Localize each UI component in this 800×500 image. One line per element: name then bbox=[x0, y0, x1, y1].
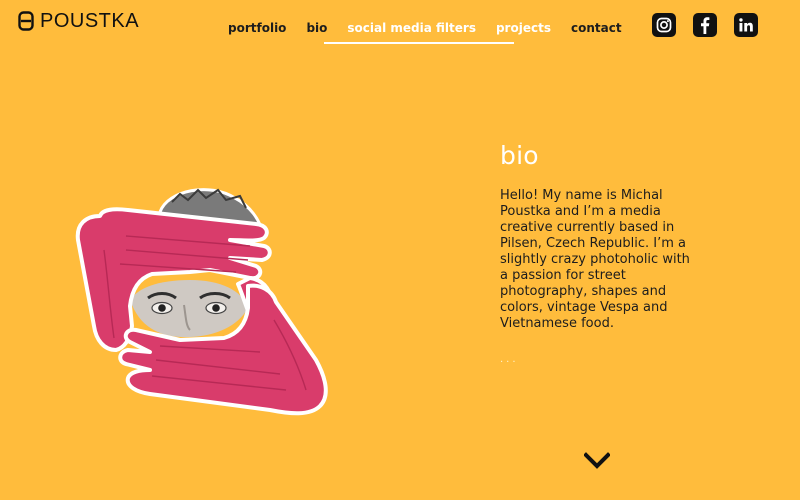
social-links bbox=[652, 13, 758, 37]
nav-active-underline bbox=[324, 42, 514, 44]
logo-mark-icon bbox=[18, 11, 34, 31]
nav-item-social-media-filters[interactable]: social media filters bbox=[337, 19, 486, 43]
facebook-icon bbox=[701, 17, 710, 34]
face-photo bbox=[130, 280, 248, 338]
brand-logo[interactable]: POUSTKA bbox=[18, 11, 139, 31]
linkedin-icon bbox=[739, 18, 753, 32]
nav-item-projects[interactable]: projects bbox=[486, 19, 561, 43]
facebook-link[interactable] bbox=[693, 13, 717, 37]
linkedin-link[interactable] bbox=[734, 13, 758, 37]
nav-item-bio[interactable]: bio bbox=[296, 19, 337, 43]
chevron-down-icon[interactable] bbox=[584, 451, 610, 471]
instagram-icon bbox=[656, 17, 672, 33]
nav-item-contact[interactable]: contact bbox=[561, 19, 632, 43]
brand-name: POUSTKA bbox=[40, 10, 140, 32]
nav-item-portfolio[interactable]: portfolio bbox=[218, 19, 296, 43]
hands-frame-illustration bbox=[75, 188, 328, 416]
bio-text: Hello! My name is Michal Poustka and I’m… bbox=[500, 188, 690, 331]
main-nav: portfolio bio social media filters proje… bbox=[218, 19, 632, 45]
bio-title: bio bbox=[500, 141, 539, 170]
instagram-link[interactable] bbox=[652, 13, 676, 37]
bio-more-ellipsis: ... bbox=[500, 354, 519, 365]
